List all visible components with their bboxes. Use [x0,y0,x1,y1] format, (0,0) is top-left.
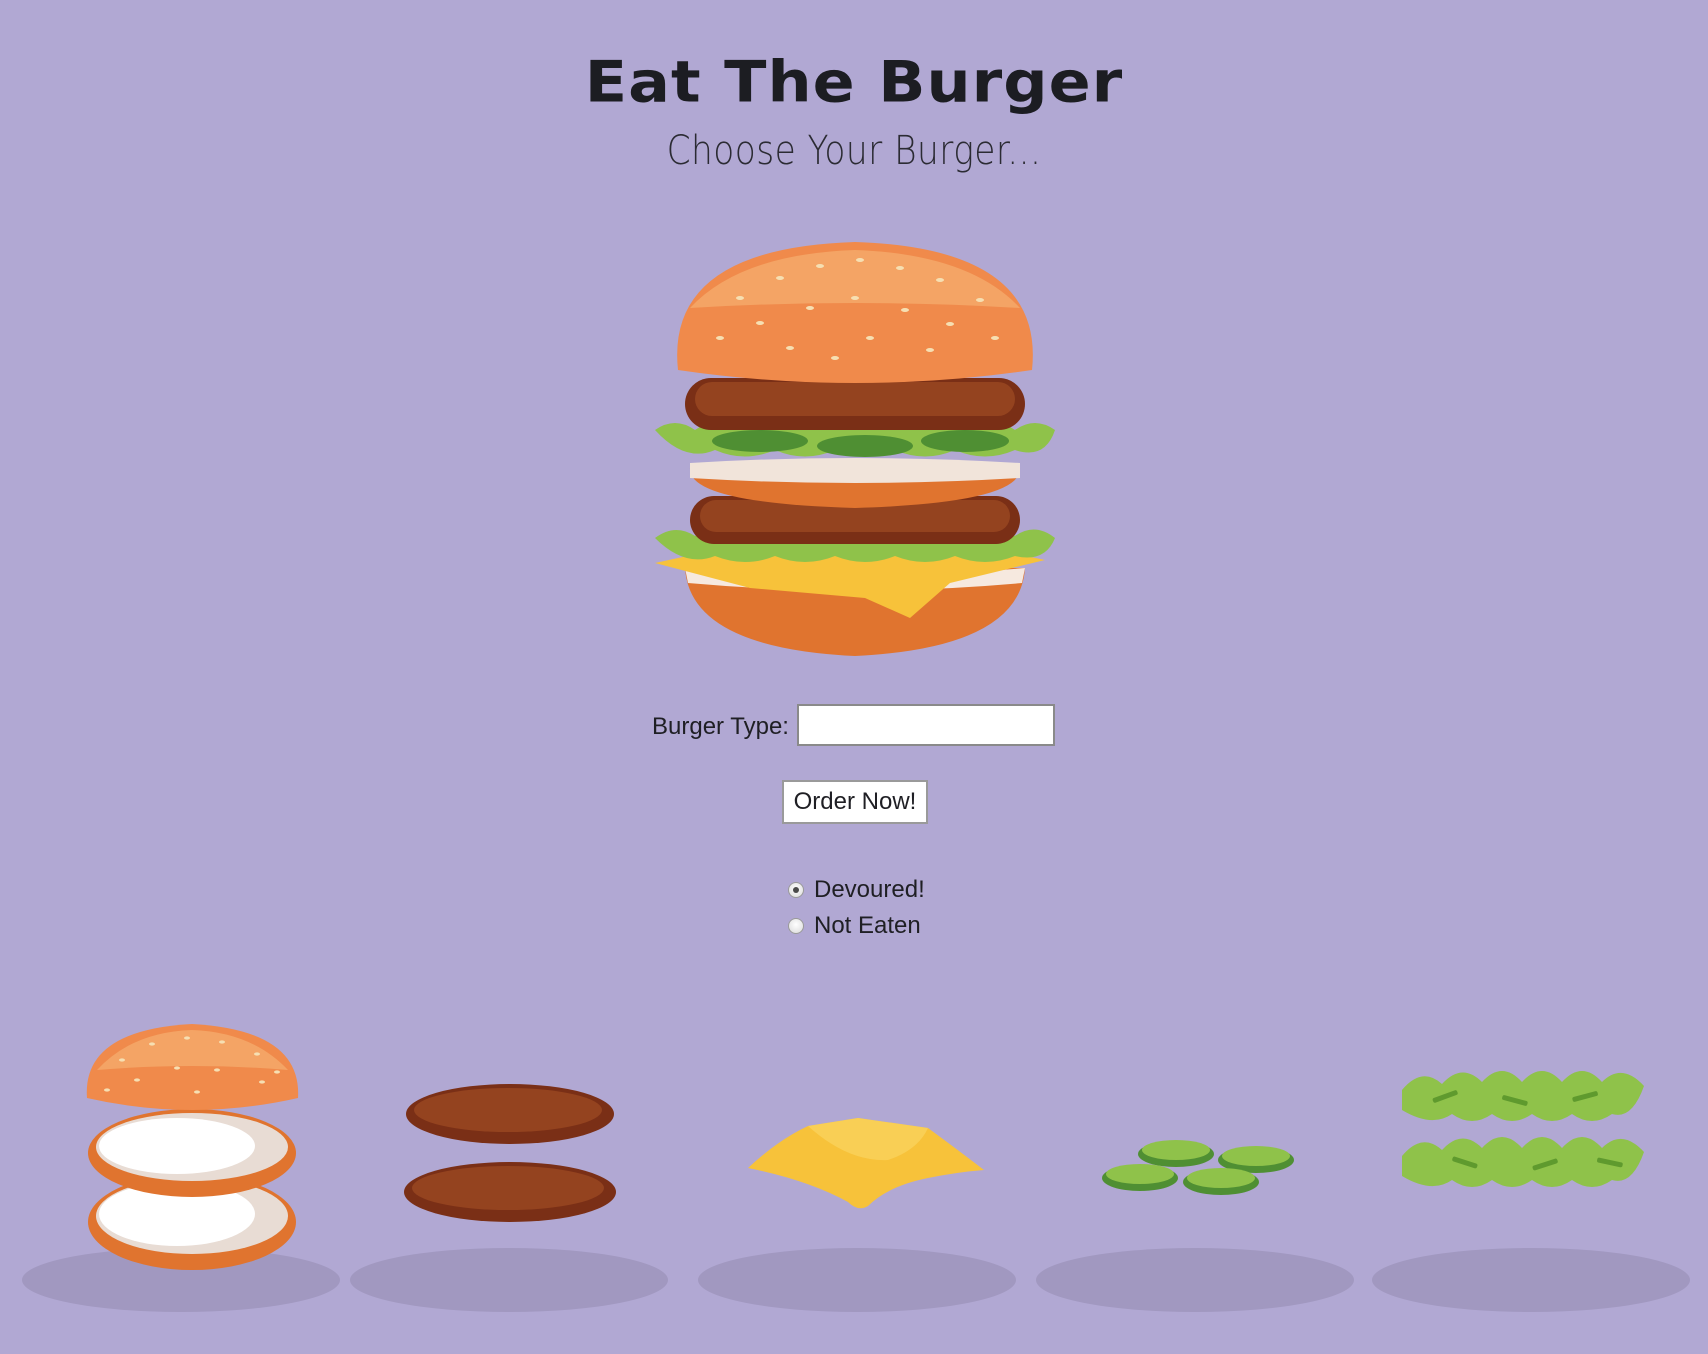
burger-type-input[interactable] [797,704,1055,746]
bun-stack-icon [86,1024,299,1270]
burger-type-label: Burger Type: [652,713,789,740]
lettuce-stack-icon [1402,1071,1644,1187]
burger-form: Burger Type: [0,704,1708,750]
eaten-status-group: Devoured! Not Eaten [788,872,925,944]
radio-devoured-button[interactable] [788,882,804,898]
radio-devoured-label[interactable]: Devoured! [814,875,925,905]
radio-not-eaten[interactable]: Not Eaten [788,908,925,944]
ingredient-patties[interactable] [340,1010,670,1340]
radio-devoured[interactable]: Devoured! [788,872,925,908]
ingredient-pickles[interactable] [1026,1010,1356,1340]
ingredient-buns[interactable] [12,1010,342,1340]
patty-stack-icon [404,1084,616,1222]
order-now-button[interactable]: Order Now! [782,780,928,824]
ingredient-cheese[interactable] [688,1010,1018,1340]
cheese-slice-icon [748,1118,984,1209]
page-title: Eat The Burger [584,47,1124,116]
page-subtitle: Choose Your Burger... [666,128,1042,174]
radio-not-eaten-label[interactable]: Not Eaten [814,911,921,941]
ingredient-lettuce[interactable] [1362,1010,1692,1340]
pickle-slices-icon [1102,1140,1294,1195]
big-burger-image [655,242,1055,656]
radio-not-eaten-button[interactable] [788,918,804,934]
